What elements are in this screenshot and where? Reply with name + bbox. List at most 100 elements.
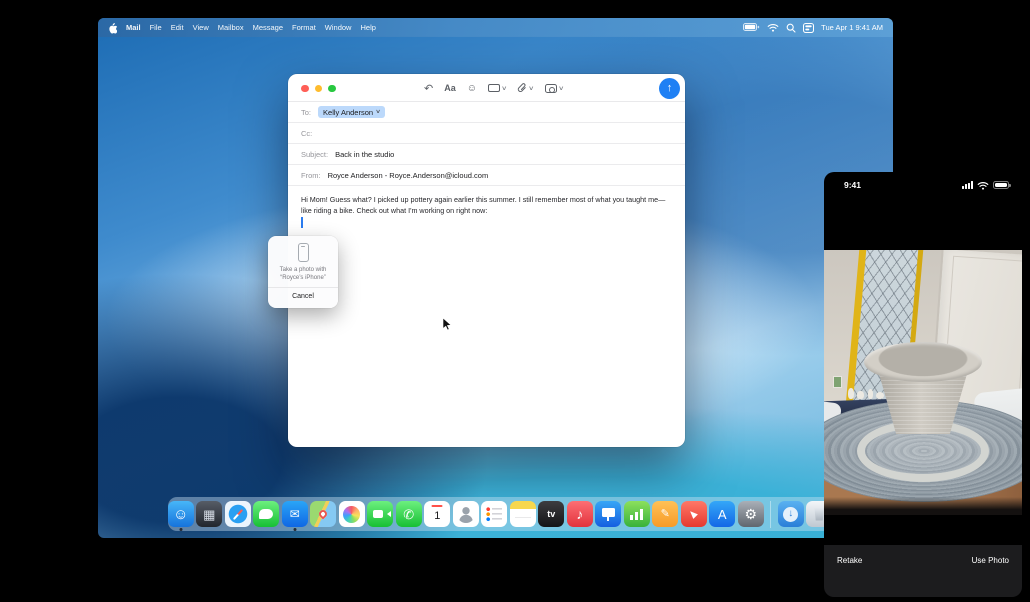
dock-photos-icon[interactable] [339,501,365,527]
minimize-button[interactable] [315,85,323,93]
iphone-clock: 9:41 [844,180,861,190]
retake-button[interactable]: Retake [837,556,862,597]
maps-glyph [318,508,329,519]
phone-glyph: ✆ [403,508,414,521]
subject-value: Back in the studio [335,150,394,159]
reminders-glyph [486,507,503,522]
take-photo-popover: Take a photo with “Royce’s iPhone” Cance… [268,236,338,308]
dock-pages-icon[interactable]: ✎ [652,501,678,527]
captured-photo-preview [824,250,1022,515]
close-button[interactable] [301,85,309,93]
wifi-icon[interactable] [767,23,779,32]
dock-numbers-icon[interactable] [624,501,650,527]
insert-from-iphone-button[interactable]: ∨ [545,84,563,93]
text-insertion-caret [301,217,303,228]
subject-field[interactable]: Subject: Back in the studio [288,144,685,165]
dock-music-icon[interactable]: ♪ [567,501,593,527]
menu-item-edit[interactable]: Edit [171,23,184,32]
dock-rocket-icon[interactable]: ▲ [681,501,707,527]
emoji-picker-icon[interactable]: ☺ [467,83,477,94]
undo-icon[interactable]: ↶ [424,82,433,95]
menu-item-help[interactable]: Help [360,23,375,32]
menu-bar-clock[interactable]: Tue Apr 1 9:41 AM [821,23,883,32]
iphone-battery-icon [993,181,1009,189]
message-body-editor[interactable]: Hi Mom! Guess what? I picked up pottery … [288,186,685,226]
menu-bar: Mail File Edit View Mailbox Message Form… [98,18,893,37]
finder-glyph: ☺ [173,507,188,522]
menu-item-mailbox[interactable]: Mailbox [218,23,244,32]
appstore-glyph: A [718,508,727,521]
search-icon[interactable] [786,23,796,33]
dock-divider [770,501,771,528]
send-button[interactable]: ↑ [659,78,680,99]
dock-keynote-icon[interactable] [595,501,621,527]
dock-tv-icon[interactable]: tv [538,501,564,527]
continuity-camera-icon [545,84,557,93]
settings-glyph: ⚙ [744,507,757,521]
dock-appstore-icon[interactable]: A [709,501,735,527]
battery-icon[interactable] [743,23,760,32]
window-title-bar[interactable]: ↶ Aa ☺ ∨ ∨ ∨ ↑ [288,74,685,102]
dock-messages-icon[interactable] [253,501,279,527]
photos-glyph [343,506,360,523]
dock-facetime-icon[interactable] [367,501,393,527]
cancel-button[interactable]: Cancel [292,288,314,305]
photo-vase [857,391,864,399]
numbers-glyph [630,509,644,520]
iphone-camera-screen: 9:41 Retake Use Photo [824,172,1022,597]
message-body-text: Hi Mom! Guess what? I picked up pottery … [301,195,665,215]
dock-calendar-icon[interactable]: 1 [424,501,450,527]
dock-notes-icon[interactable] [510,501,536,527]
photo-browser-button[interactable]: ∨ [488,84,506,93]
recipient-token[interactable]: Kelly Anderson ∨ [318,106,385,118]
dock-downloads-icon[interactable]: ↓ [778,501,804,527]
tv-glyph: tv [547,510,555,519]
mail-compose-window: ↶ Aa ☺ ∨ ∨ ∨ ↑ To: Kel [288,74,685,447]
iphone-outline-icon [298,243,309,262]
zoom-button[interactable] [328,85,336,93]
menu-item-view[interactable]: View [193,23,209,32]
calendar-glyph: 1 [434,511,440,522]
mail-glyph: ✉ [290,508,300,520]
dock-mail-icon[interactable]: ✉ [282,501,308,527]
cc-label: Cc: [301,129,312,138]
menu-item-window[interactable]: Window [325,23,352,32]
popover-message-line2: “Royce’s iPhone” [280,274,326,282]
menu-item-message[interactable]: Message [253,23,283,32]
dock-finder-icon[interactable]: ☺ [168,501,194,527]
mouse-cursor [443,318,452,336]
control-center-icon[interactable] [803,23,814,33]
from-field[interactable]: From: Royce Anderson - Royce.Anderson@ic… [288,165,685,186]
dock-settings-icon[interactable]: ⚙ [738,501,764,527]
camera-action-bar: Retake Use Photo [824,545,1022,597]
contacts-glyph [457,505,475,523]
dock-contacts-icon[interactable] [453,501,479,527]
rocket-glyph: ▲ [685,505,702,522]
format-text-button[interactable]: Aa [444,83,456,93]
popover-message-line1: Take a photo with [280,266,327,274]
from-label: From: [301,171,321,180]
to-field[interactable]: To: Kelly Anderson ∨ [288,102,685,123]
downloads-glyph: ↓ [783,507,798,522]
cc-field[interactable]: Cc: [288,123,685,144]
menu-item-file[interactable]: File [150,23,162,32]
iphone-status-bar: 9:41 [824,172,1022,198]
menu-item-format[interactable]: Format [292,23,316,32]
photo-small-frame [833,376,842,388]
dock-phone-icon[interactable]: ✆ [396,501,422,527]
launchpad-glyph: ▦ [203,508,215,521]
paperclip-icon [517,83,527,94]
mac-desktop-wallpaper: Mail File Edit View Mailbox Message Form… [98,18,893,538]
photo-clay-pot [864,342,982,442]
photo-vase [848,388,854,399]
pages-glyph: ✎ [661,509,670,520]
dock-launchpad-icon[interactable]: ▦ [196,501,222,527]
attach-file-button[interactable]: ∨ [517,83,533,94]
use-photo-button[interactable]: Use Photo [972,556,1009,597]
dock: ☺ ▦ ✉ ✆ 1 tv ♪ ✎ ▲ A ⚙ ↓ [168,497,832,531]
apple-menu-icon[interactable] [108,23,117,33]
dock-reminders-icon[interactable] [481,501,507,527]
dock-maps-icon[interactable] [310,501,336,527]
dock-safari-icon[interactable] [225,501,251,527]
menu-item-mail[interactable]: Mail [126,23,141,32]
